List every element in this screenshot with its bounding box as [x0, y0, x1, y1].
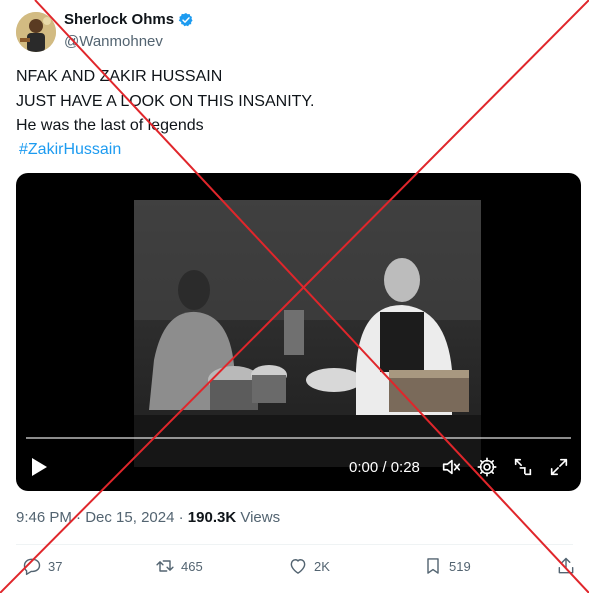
views-label: Views — [240, 509, 281, 526]
tweet-meta: 9:46 PM · Dec 15, 2024 · 190.3K Views — [16, 509, 280, 526]
meta-separator: · — [178, 509, 184, 526]
meta-separator: · — [76, 509, 82, 526]
author-name[interactable]: Sherlock Ohms — [64, 11, 174, 28]
reply-count: 37 — [48, 558, 63, 574]
pip-icon[interactable] — [512, 456, 534, 478]
like-button[interactable]: 2K — [288, 556, 330, 576]
share-icon — [558, 557, 574, 574]
reply-button[interactable]: 37 — [22, 556, 62, 576]
hashtag-link[interactable]: #ZakirHussain — [19, 141, 121, 159]
tweet-line-3: He was the last of legends — [16, 117, 204, 134]
video-progress-bar[interactable] — [26, 437, 571, 439]
tweet-time[interactable]: 9:46 PM — [16, 509, 72, 526]
video-time: 0:00 / 0:28 — [349, 459, 420, 476]
tweet-line-2: JUST HAVE A LOOK ON THIS INSANITY. — [16, 93, 315, 110]
bookmark-button[interactable]: 519 — [423, 556, 471, 576]
author-handle[interactable]: @Wanmohnev — [64, 33, 163, 50]
volume-icon[interactable] — [440, 456, 462, 478]
tweet-date[interactable]: Dec 15, 2024 — [85, 509, 174, 526]
tweet-line-1: NFAK AND ZAKIR HUSSAIN — [16, 68, 223, 85]
verified-badge-icon — [178, 12, 193, 26]
video-frame — [134, 200, 481, 467]
divider — [16, 544, 573, 545]
views-count: 190.3K — [187, 509, 237, 526]
bookmark-count: 519 — [449, 558, 471, 574]
video-player[interactable]: 0:00 / 0:28 — [16, 173, 581, 491]
play-icon[interactable] — [30, 457, 48, 477]
settings-icon[interactable] — [476, 456, 498, 478]
avatar[interactable] — [16, 12, 56, 52]
repost-button[interactable]: 465 — [155, 556, 203, 576]
like-count: 2K — [314, 558, 330, 574]
fullscreen-icon[interactable] — [548, 456, 570, 478]
repost-count: 465 — [181, 558, 203, 574]
avatar-image — [16, 12, 56, 52]
bookmark-icon — [427, 558, 439, 574]
share-button[interactable] — [556, 556, 576, 576]
reply-icon — [23, 558, 41, 576]
heart-icon — [290, 559, 306, 574]
repost-icon — [156, 560, 174, 572]
